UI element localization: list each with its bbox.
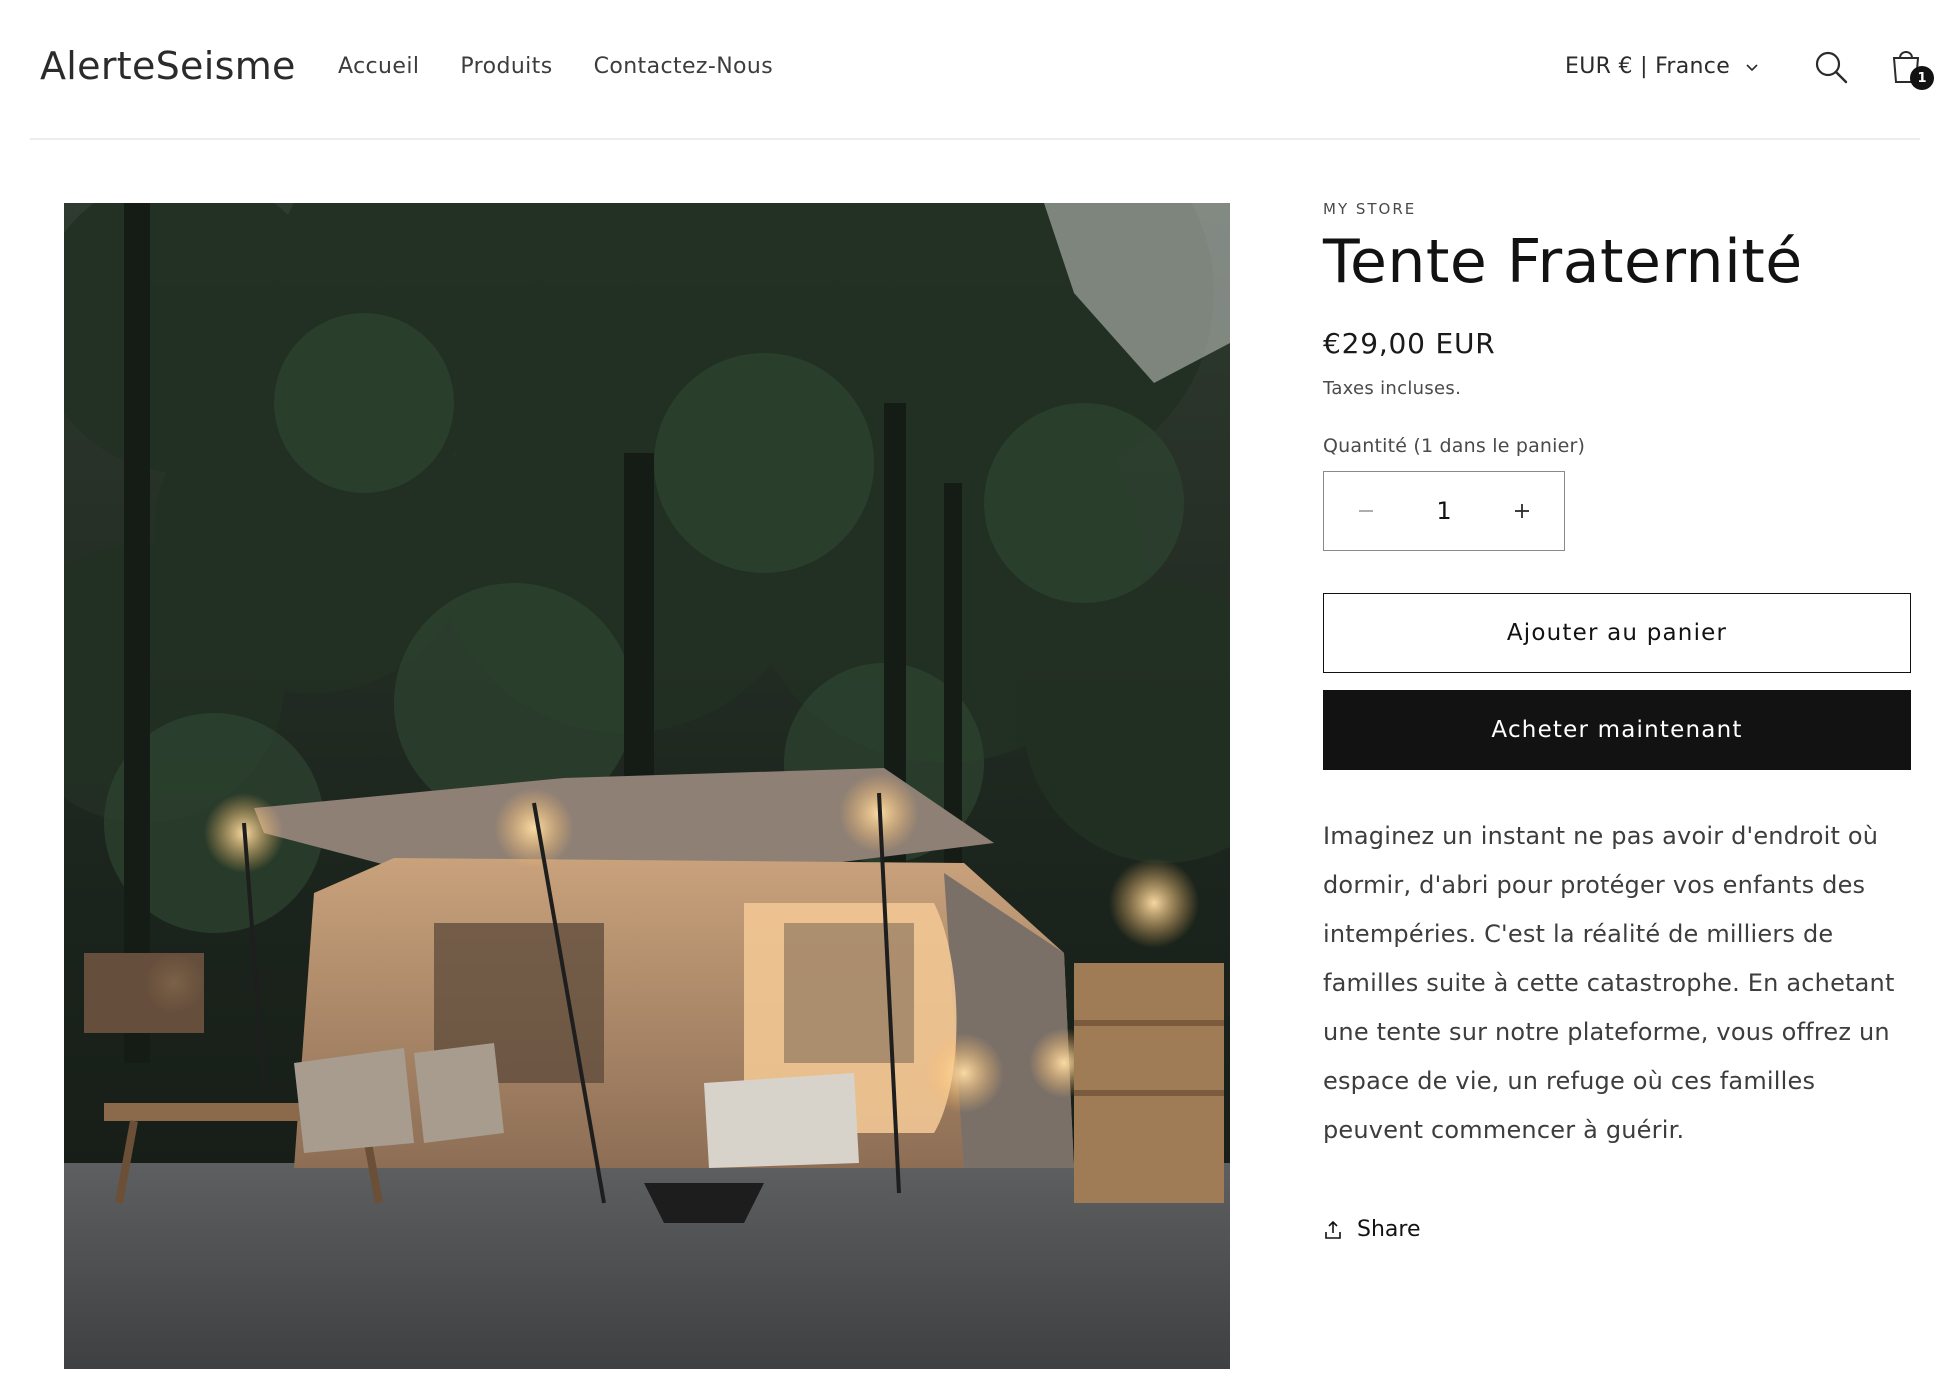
share-icon (1325, 1220, 1341, 1239)
chevron-down-icon (1746, 63, 1758, 71)
product-image[interactable] (64, 203, 1230, 1369)
quantity-increase-button[interactable] (1502, 495, 1542, 528)
product-info: MY STORE Tente Fraternité €29,00 EUR Tax… (1323, 200, 1911, 1242)
minus-icon (1359, 509, 1373, 512)
cart-count-badge: 1 (1910, 66, 1934, 90)
product-price: €29,00 EUR (1323, 327, 1496, 360)
site-header: AlerteSeisme Accueil Produits Contactez-… (30, 0, 1934, 140)
plus-icon (1515, 503, 1529, 518)
tax-note: Taxes incluses. (1323, 378, 1462, 399)
nav-link-contact[interactable]: Contactez-Nous (594, 54, 774, 79)
nav-link-accueil[interactable]: Accueil (338, 54, 419, 79)
product-description: Imaginez un instant ne pas avoir d'endro… (1323, 822, 1895, 1144)
currency-selector[interactable]: EUR € | France (1565, 54, 1760, 79)
tent-photo (64, 203, 1230, 1369)
quantity-decrease-button[interactable] (1346, 495, 1386, 528)
search-button[interactable] (1812, 48, 1850, 86)
main-nav: Accueil Produits Contactez-Nous (338, 54, 773, 79)
quantity-stepper (1323, 471, 1565, 551)
add-to-cart-button[interactable]: Ajouter au panier (1323, 593, 1911, 673)
product-title: Tente Fraternité (1323, 227, 1803, 297)
search-icon (1815, 51, 1848, 84)
quantity-input[interactable] (1404, 497, 1484, 525)
product-vendor: MY STORE (1323, 200, 1417, 218)
buy-now-button[interactable]: Acheter maintenant (1323, 690, 1911, 770)
currency-label: EUR € | France (1565, 54, 1731, 79)
share-button[interactable]: Share (1323, 1217, 1911, 1242)
quantity-label: Quantité (1 dans le panier) (1323, 435, 1586, 457)
site-logo[interactable]: AlerteSeisme (40, 44, 296, 88)
share-label: Share (1357, 1217, 1421, 1242)
cart-button[interactable]: 1 (1888, 44, 1934, 90)
nav-link-produits[interactable]: Produits (460, 54, 552, 79)
